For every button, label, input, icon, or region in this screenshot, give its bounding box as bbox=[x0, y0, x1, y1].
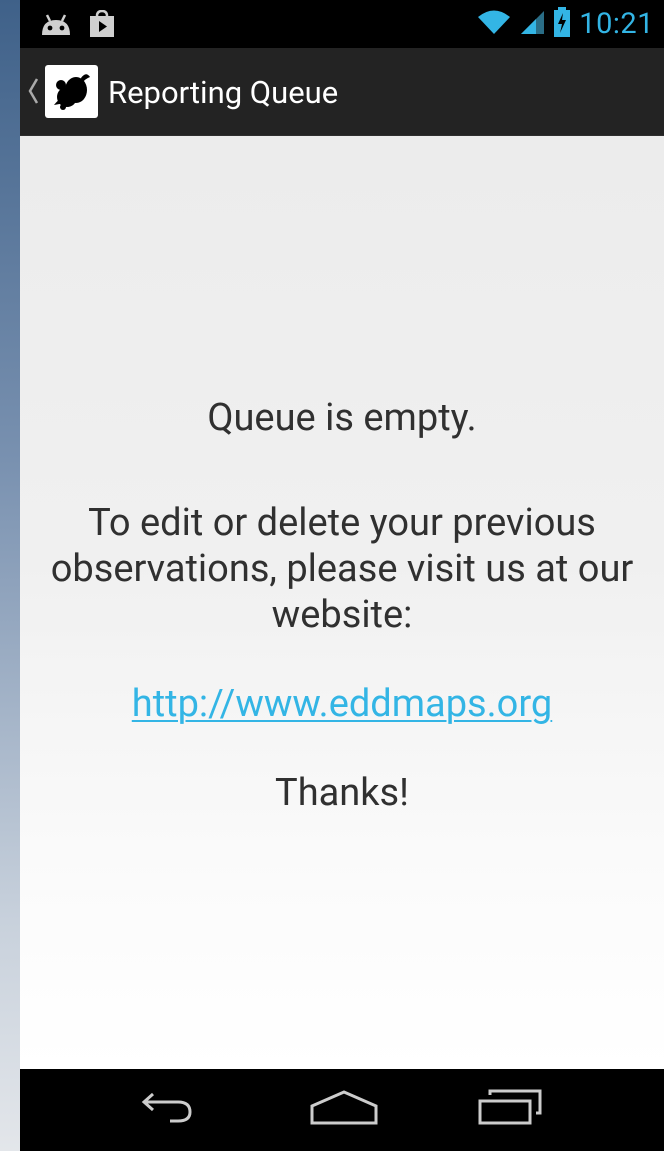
home-button[interactable] bbox=[299, 1079, 389, 1139]
phone-screen: 10:21 Reporting Queue Queue is empty. To… bbox=[20, 0, 664, 1151]
website-link[interactable]: http://www.eddmaps.org bbox=[20, 681, 664, 727]
empty-queue-message: Queue is empty. bbox=[207, 396, 477, 440]
queue-content: Queue is empty. To edit or delete your p… bbox=[20, 136, 664, 1069]
page-title: Reporting Queue bbox=[108, 74, 339, 111]
edit-instructions: To edit or delete your previous observat… bbox=[50, 501, 634, 637]
device-bezel bbox=[0, 0, 20, 1151]
back-button[interactable] bbox=[120, 1079, 210, 1139]
up-chevron-icon[interactable] bbox=[26, 76, 40, 110]
recent-apps-icon bbox=[478, 1089, 542, 1129]
wifi-icon bbox=[477, 9, 511, 39]
play-store-icon bbox=[88, 9, 116, 42]
back-icon bbox=[134, 1090, 196, 1128]
status-bar: 10:21 bbox=[20, 0, 664, 48]
action-bar: Reporting Queue bbox=[20, 48, 664, 136]
status-clock: 10:21 bbox=[579, 7, 654, 41]
recent-apps-button[interactable] bbox=[465, 1079, 555, 1139]
thanks-message: Thanks! bbox=[275, 771, 409, 815]
battery-charging-icon bbox=[553, 7, 571, 41]
app-logo-icon[interactable] bbox=[45, 65, 98, 118]
home-icon bbox=[310, 1089, 378, 1129]
navigation-bar bbox=[20, 1069, 664, 1151]
signal-icon bbox=[519, 9, 545, 39]
system-icons: 10:21 bbox=[477, 0, 654, 48]
android-notification-icon bbox=[38, 11, 74, 41]
notification-icons bbox=[38, 9, 116, 42]
